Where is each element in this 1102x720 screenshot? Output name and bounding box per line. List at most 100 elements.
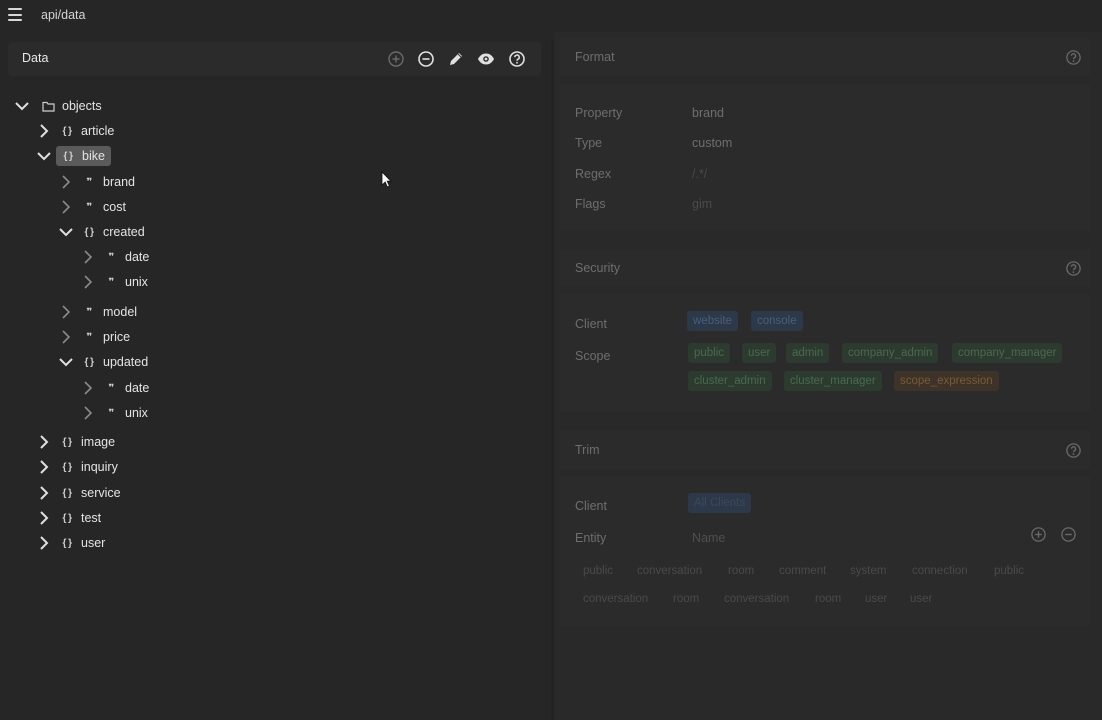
trim-tag[interactable]: connection: [912, 561, 968, 581]
flags-input[interactable]: gim: [692, 197, 712, 211]
trim-tag[interactable]: room: [728, 561, 754, 581]
tree-node-bike[interactable]: { } bike: [36, 145, 111, 167]
chevron-right-icon[interactable]: [36, 485, 52, 501]
chevron-right-icon[interactable]: [80, 405, 96, 421]
tree-node[interactable]: ❞ unix: [80, 402, 148, 424]
tree-node-label: objects: [62, 99, 102, 113]
tree-node-label: brand: [103, 175, 135, 189]
regex-input[interactable]: /.*/: [692, 167, 707, 181]
trim-tag[interactable]: system: [850, 561, 886, 581]
braces-icon: { }: [84, 356, 94, 368]
property-value[interactable]: brand: [692, 106, 724, 120]
tree-node[interactable]: { } article: [36, 120, 114, 142]
quote-icon: ❞: [86, 201, 92, 213]
scope-label: Scope: [575, 349, 611, 363]
tree-node[interactable]: { } created: [58, 221, 145, 243]
breadcrumb: api/data: [41, 8, 86, 22]
flags-label: Flags: [575, 197, 606, 211]
chevron-right-icon[interactable]: [80, 249, 96, 265]
help-icon[interactable]: [1065, 260, 1082, 277]
quote-icon: ❞: [108, 382, 114, 394]
add-circle-icon[interactable]: [1030, 526, 1047, 543]
trim-tag[interactable]: conversation: [637, 561, 702, 581]
trim-tag[interactable]: conversation: [583, 589, 648, 609]
scope-chip[interactable]: public: [688, 343, 731, 363]
tree-node[interactable]: { } user: [36, 532, 105, 554]
tree-node-label: price: [103, 330, 131, 344]
trim-tag[interactable]: user: [865, 589, 887, 609]
tree-node-label: unix: [125, 275, 148, 289]
tree-node[interactable]: { } test: [36, 507, 101, 529]
trim-header: Trim: [560, 431, 1090, 469]
trim-tag[interactable]: user: [910, 589, 932, 609]
client-chip[interactable]: website: [687, 311, 738, 331]
scope-chip[interactable]: user: [742, 343, 777, 363]
type-value[interactable]: custom: [692, 136, 732, 150]
chevron-right-icon[interactable]: [36, 510, 52, 526]
quote-icon: ❞: [86, 331, 92, 343]
tree-node[interactable]: ❞ brand: [58, 171, 135, 193]
tree-node[interactable]: ❞ model: [58, 301, 137, 323]
help-icon[interactable]: [508, 50, 526, 68]
chevron-down-icon[interactable]: [58, 224, 74, 240]
help-icon[interactable]: [1065, 49, 1082, 66]
chevron-right-icon[interactable]: [36, 535, 52, 551]
tree-node-label: date: [125, 250, 150, 264]
data-panel-header: Data: [8, 42, 541, 76]
tree-node[interactable]: { } inquiry: [36, 456, 118, 478]
type-label: Type: [575, 136, 603, 150]
chevron-right-icon[interactable]: [58, 199, 74, 215]
help-icon[interactable]: [1065, 442, 1082, 459]
format-header: Format: [560, 38, 1090, 76]
chevron-right-icon[interactable]: [36, 123, 52, 139]
tree-node[interactable]: { } updated: [58, 351, 148, 373]
security-title: Security: [575, 261, 621, 275]
remove-circle-icon[interactable]: [1060, 526, 1077, 543]
trim-tag[interactable]: public: [583, 561, 613, 581]
remove-circle-icon[interactable]: [417, 50, 435, 68]
menu-icon[interactable]: [8, 8, 22, 21]
chevron-right-icon[interactable]: [80, 380, 96, 396]
trim-tag[interactable]: room: [673, 589, 699, 609]
trim-tag[interactable]: public: [994, 561, 1024, 581]
tree-node[interactable]: ❞ unix: [80, 271, 148, 293]
chevron-right-icon[interactable]: [58, 304, 74, 320]
braces-icon: { }: [63, 150, 73, 162]
chevron-down-icon[interactable]: [58, 354, 74, 370]
scope-chip[interactable]: company_admin: [842, 343, 939, 363]
scope-chip[interactable]: cluster_manager: [784, 371, 882, 391]
client-chip[interactable]: console: [751, 311, 803, 331]
chevron-right-icon[interactable]: [80, 274, 96, 290]
chevron-right-icon[interactable]: [58, 174, 74, 190]
scope-chip[interactable]: company_manager: [952, 343, 1063, 363]
chevron-down-icon[interactable]: [36, 148, 52, 164]
tree-node-label: created: [103, 225, 145, 239]
trim-title: Trim: [575, 443, 600, 457]
add-circle-icon[interactable]: [387, 50, 405, 68]
all-clients-chip[interactable]: All Clients: [688, 493, 752, 513]
top-bar: api/data: [0, 0, 1102, 32]
scope-expression-chip[interactable]: scope_expression: [894, 371, 999, 391]
scope-chip[interactable]: admin: [786, 343, 830, 363]
property-label: Property: [575, 106, 623, 120]
chevron-right-icon[interactable]: [36, 434, 52, 450]
tree-node[interactable]: ❞ date: [80, 377, 149, 399]
trim-tag[interactable]: conversation: [724, 589, 789, 609]
chevron-down-icon[interactable]: [14, 98, 30, 114]
tree-node[interactable]: ❞ price: [58, 326, 130, 348]
tree-node[interactable]: ❞ cost: [58, 196, 126, 218]
entity-name-input[interactable]: Name: [692, 531, 725, 545]
trim-tag[interactable]: comment: [779, 561, 826, 581]
trim-tag[interactable]: room: [815, 589, 841, 609]
tree-node-objects[interactable]: objects: [14, 95, 102, 117]
chevron-right-icon[interactable]: [58, 329, 74, 345]
chevron-right-icon[interactable]: [36, 459, 52, 475]
quote-icon: ❞: [108, 251, 114, 263]
tree-node[interactable]: ❞ date: [80, 246, 149, 268]
tree-node[interactable]: { } service: [36, 482, 121, 504]
scope-chip[interactable]: cluster_admin: [688, 371, 772, 391]
tree-node[interactable]: { } image: [36, 431, 115, 453]
eye-icon[interactable]: [477, 50, 495, 68]
selected-node[interactable]: { } bike: [56, 146, 111, 166]
edit-pencil-icon[interactable]: [447, 50, 465, 68]
